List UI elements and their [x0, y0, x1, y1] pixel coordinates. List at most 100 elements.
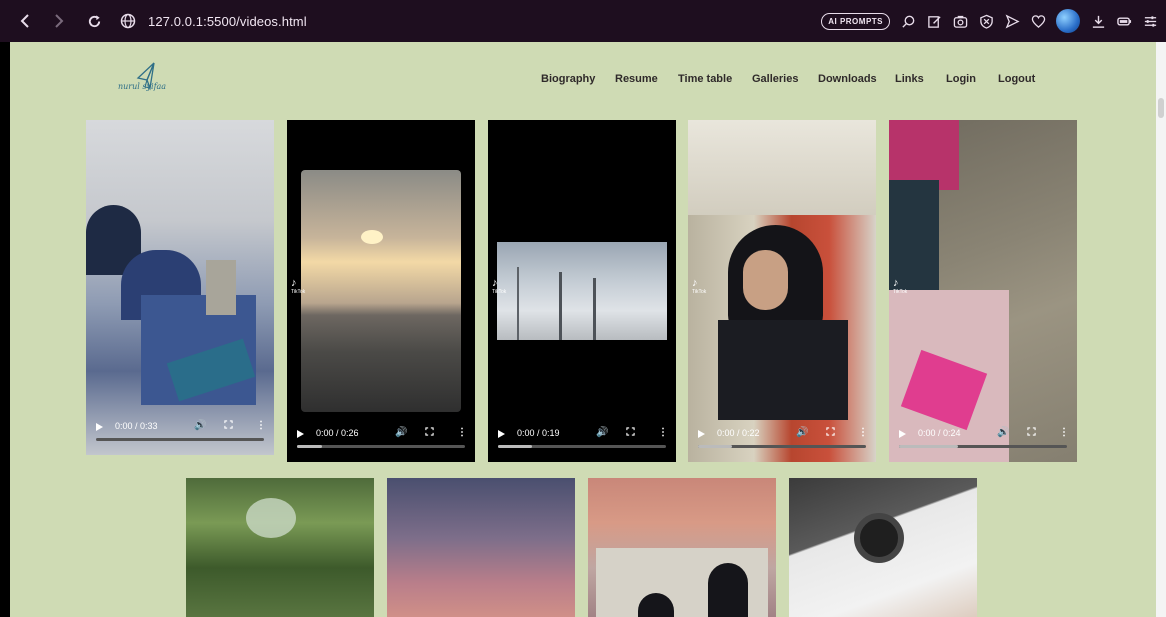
video-player-3[interactable]: ♪ TikTok 0:00 / 0:19 🔊 ⋮ [488, 120, 676, 462]
video-controls-1: 0:00 / 0:33 🔊 ⋮ [86, 416, 274, 450]
video-player-5[interactable]: ♪ TikTok 0:00 / 0:24 🔊 ⋮ [889, 120, 1077, 462]
tiktok-icon: ♪ [692, 277, 698, 289]
battery-icon[interactable] [1116, 13, 1132, 29]
nav-link-resume[interactable]: Resume [615, 73, 658, 85]
sliders-icon[interactable] [1142, 13, 1158, 29]
nav-link-galleries[interactable]: Galleries [752, 73, 798, 85]
window-edge [0, 42, 10, 617]
video-progress-fill-3 [498, 445, 532, 448]
video-time-5: 0:00 / 0:24 [918, 428, 961, 438]
video-frame-sunset-sea [301, 170, 461, 412]
page-scrollbar[interactable] [1156, 42, 1166, 617]
video-player-2[interactable]: ♪ TikTok 0:00 / 0:26 🔊 ⋮ [287, 120, 475, 462]
heart-icon[interactable] [1030, 13, 1046, 29]
video-player-7[interactable] [387, 478, 575, 617]
tiktok-watermark-4: ♪ TikTok [692, 277, 708, 296]
play-icon[interactable] [899, 430, 906, 438]
block-icon[interactable] [978, 13, 994, 29]
video-player-8[interactable] [588, 478, 776, 617]
video-time-3: 0:00 / 0:19 [517, 428, 560, 438]
tiktok-icon: ♪ [492, 277, 498, 289]
paper-plane-logo-icon[interactable] [118, 60, 178, 100]
video-frame-car-wheel [854, 513, 904, 563]
fullscreen-icon[interactable] [826, 427, 835, 436]
video-progress-2[interactable] [297, 445, 465, 448]
fullscreen-icon[interactable] [1027, 427, 1036, 436]
video-time-2: 0:00 / 0:26 [316, 428, 359, 438]
tiktok-label-4: TikTok [692, 289, 707, 295]
nav-link-links[interactable]: Links [895, 73, 924, 85]
fullscreen-icon[interactable] [224, 420, 233, 429]
forward-button[interactable] [46, 9, 70, 33]
nav-link-downloads[interactable]: Downloads [818, 73, 877, 85]
video-frame-pink-sky [387, 478, 388, 479]
page-viewport: nurul syifaa Biography Resume Time table… [10, 42, 1156, 617]
video-frame-girl-hijab [688, 120, 876, 462]
video-player-6[interactable] [186, 478, 374, 617]
search-icon[interactable] [900, 13, 916, 29]
video-progress-5[interactable] [899, 445, 1067, 448]
more-options-icon[interactable]: ⋮ [858, 427, 868, 438]
play-icon[interactable] [698, 430, 705, 438]
chevron-right-icon [55, 14, 64, 28]
download-icon[interactable] [1090, 13, 1106, 29]
video-controls-3: 0:00 / 0:19 🔊 ⋮ [488, 423, 676, 457]
video-progress-3[interactable] [498, 445, 666, 448]
volume-icon[interactable]: 🔊 [596, 427, 608, 438]
tiktok-label-2: TikTok [291, 289, 306, 295]
browser-toolbar: 127.0.0.1:5500/videos.html AI PROMPTS [0, 0, 1166, 42]
address-bar[interactable]: 127.0.0.1:5500/videos.html [120, 13, 307, 29]
nav-link-time-table[interactable]: Time table [678, 73, 732, 85]
browser-tools: AI PROMPTS [821, 0, 1158, 42]
tiktok-watermark-5: ♪ TikTok [893, 277, 909, 296]
scrollbar-thumb[interactable] [1158, 98, 1164, 118]
video-time-4: 0:00 / 0:22 [717, 428, 760, 438]
video-player-1[interactable]: 0:00 / 0:33 🔊 ⋮ [86, 120, 274, 455]
tiktok-label-3: TikTok [492, 289, 507, 295]
video-frame-stone-floor [889, 120, 1077, 462]
profile-avatar[interactable] [1056, 9, 1080, 33]
reload-button[interactable] [82, 9, 106, 33]
play-icon[interactable] [498, 430, 505, 438]
tiktok-watermark-3: ♪ TikTok [492, 277, 508, 296]
url-text: 127.0.0.1:5500/videos.html [148, 13, 307, 29]
video-player-9[interactable] [789, 478, 977, 617]
tiktok-icon: ♪ [893, 277, 899, 289]
video-frame-classroom [86, 120, 274, 455]
video-progress-fill-4 [698, 445, 732, 448]
nav-link-biography[interactable]: Biography [541, 73, 595, 85]
video-frame-mosque-towers [497, 242, 667, 340]
video-progress-fill-5 [899, 445, 958, 448]
volume-icon[interactable]: 🔊 [796, 427, 808, 438]
volume-icon[interactable]: 🔊 [395, 427, 407, 438]
video-controls-2: 0:00 / 0:26 🔊 ⋮ [287, 423, 475, 457]
play-icon[interactable] [297, 430, 304, 438]
more-options-icon[interactable]: ⋮ [457, 427, 467, 438]
volume-icon[interactable]: 🔊 [997, 427, 1009, 438]
play-icon[interactable] [96, 423, 103, 431]
nav-link-logout[interactable]: Logout [998, 73, 1035, 85]
video-player-4[interactable]: ♪ TikTok 0:00 / 0:22 🔊 ⋮ [688, 120, 876, 462]
back-button[interactable] [14, 9, 38, 33]
video-frame-forest [246, 498, 296, 538]
more-options-icon[interactable]: ⋮ [1059, 427, 1069, 438]
chevron-left-icon [20, 14, 29, 28]
camera-icon[interactable] [952, 13, 968, 29]
tiktok-label-5: TikTok [893, 289, 908, 295]
video-progress-1[interactable] [96, 438, 264, 441]
ai-prompts-button[interactable]: AI PROMPTS [821, 12, 890, 30]
fullscreen-icon[interactable] [626, 427, 635, 436]
video-progress-fill-2 [297, 445, 323, 448]
more-options-icon[interactable]: ⋮ [658, 427, 668, 438]
volume-icon[interactable]: 🔊 [194, 420, 206, 431]
video-controls-4: 0:00 / 0:22 🔊 ⋮ [688, 423, 876, 457]
fullscreen-icon[interactable] [425, 427, 434, 436]
send-icon[interactable] [1004, 13, 1020, 29]
edit-icon[interactable] [926, 13, 942, 29]
video-controls-5: 0:00 / 0:24 🔊 ⋮ [889, 423, 1077, 457]
logo-text: nurul syifaa [118, 82, 167, 91]
nav-link-login[interactable]: Login [946, 73, 976, 85]
video-time-1: 0:00 / 0:33 [115, 421, 158, 431]
more-options-icon[interactable]: ⋮ [256, 420, 266, 431]
video-progress-4[interactable] [698, 445, 866, 448]
